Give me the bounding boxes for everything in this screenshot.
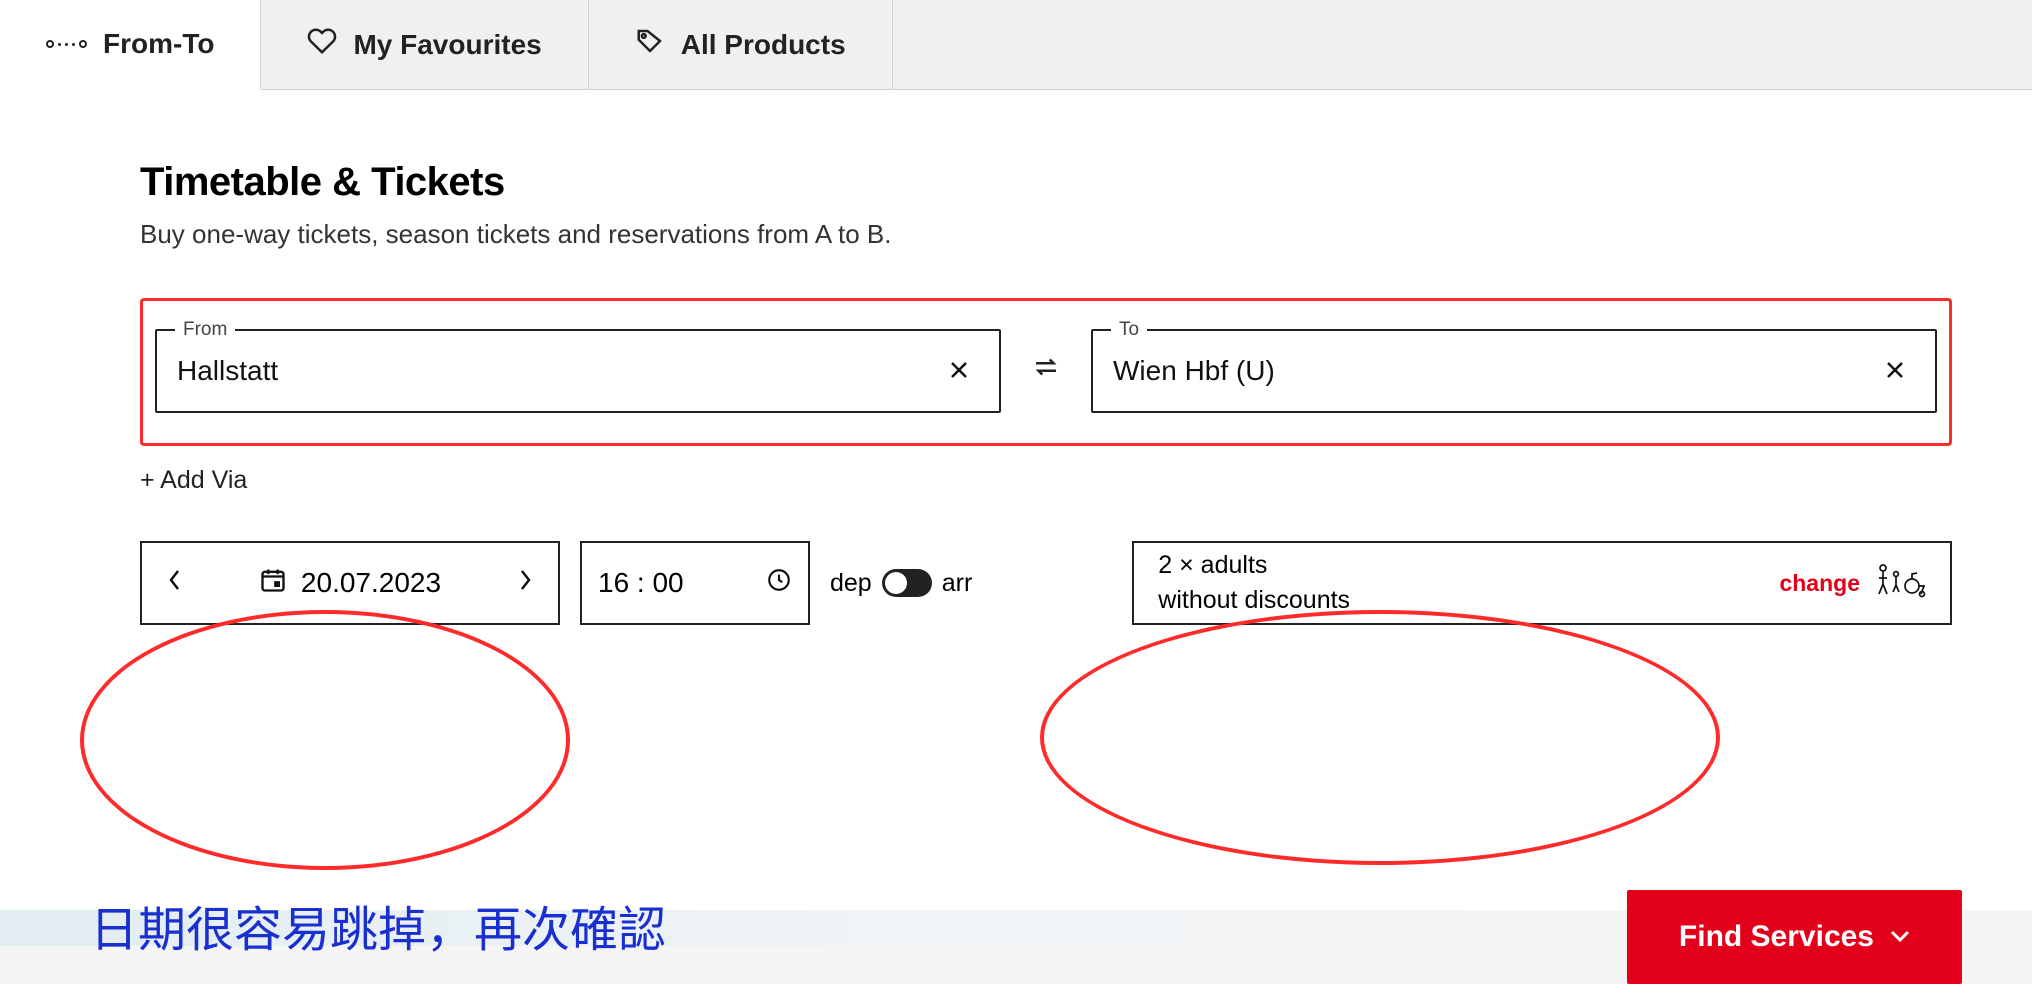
tab-label: My Favourites — [353, 29, 541, 61]
page-subtitle: Buy one-way tickets, season tickets and … — [140, 219, 1952, 250]
to-label: To — [1111, 319, 1147, 341]
tab-from-to[interactable]: From-To — [0, 0, 261, 90]
clock-icon — [766, 567, 792, 600]
tab-all-products[interactable]: All Products — [589, 0, 893, 89]
dep-arr-toggle[interactable]: dep arr — [830, 569, 972, 598]
change-passengers-link[interactable]: change — [1779, 570, 1860, 597]
date-picker[interactable]: 20.07.2023 — [140, 541, 560, 625]
toggle-switch[interactable] — [882, 569, 932, 597]
clear-to-button[interactable] — [1875, 351, 1915, 391]
passengers-icon — [1874, 564, 1926, 603]
tab-label: From-To — [103, 28, 214, 60]
annotation-text: 日期很容易跳掉，再次確認 — [90, 890, 666, 960]
from-label: From — [175, 319, 235, 341]
page-title: Timetable & Tickets — [140, 160, 1952, 205]
tab-favourites[interactable]: My Favourites — [261, 0, 588, 89]
from-input[interactable] — [177, 355, 939, 387]
next-day-button[interactable] — [508, 563, 542, 604]
find-services-button[interactable]: Find Services — [1627, 890, 1962, 984]
annotation-circle-date — [80, 610, 570, 870]
tag-icon — [635, 26, 665, 63]
arr-label: arr — [942, 569, 973, 598]
from-fieldset: From — [155, 329, 1001, 413]
to-input[interactable] — [1113, 355, 1875, 387]
date-time-pax-row: 20.07.2023 16 : 00 dep arr 2 × adults wi… — [140, 541, 1952, 625]
dep-label: dep — [830, 569, 872, 598]
calendar-icon — [259, 566, 287, 601]
swap-icon[interactable] — [1023, 344, 1069, 398]
passenger-line2: without discounts — [1158, 583, 1350, 618]
time-value: 16 : 00 — [598, 567, 684, 599]
passenger-selector[interactable]: 2 × adults without discounts change — [1132, 541, 1952, 625]
passenger-line1: 2 × adults — [1158, 548, 1350, 583]
passenger-summary: 2 × adults without discounts — [1158, 548, 1350, 618]
tabs-bar: From-To My Favourites All Products — [0, 0, 2032, 90]
find-label: Find Services — [1679, 920, 1874, 954]
date-value: 20.07.2023 — [301, 567, 441, 599]
chevron-down-icon — [1890, 924, 1910, 950]
tab-label: All Products — [681, 29, 846, 61]
add-via-link[interactable]: + Add Via — [140, 466, 247, 495]
heart-icon — [307, 26, 337, 63]
route-icon — [46, 40, 87, 48]
clear-from-button[interactable] — [939, 351, 979, 391]
time-picker[interactable]: 16 : 00 — [580, 541, 810, 625]
from-to-highlight: From To — [140, 298, 1952, 446]
to-fieldset: To — [1091, 329, 1937, 413]
prev-day-button[interactable] — [158, 563, 192, 604]
booking-panel: Timetable & Tickets Buy one-way tickets,… — [0, 90, 2032, 910]
annotation-circle-passengers — [1040, 610, 1720, 865]
